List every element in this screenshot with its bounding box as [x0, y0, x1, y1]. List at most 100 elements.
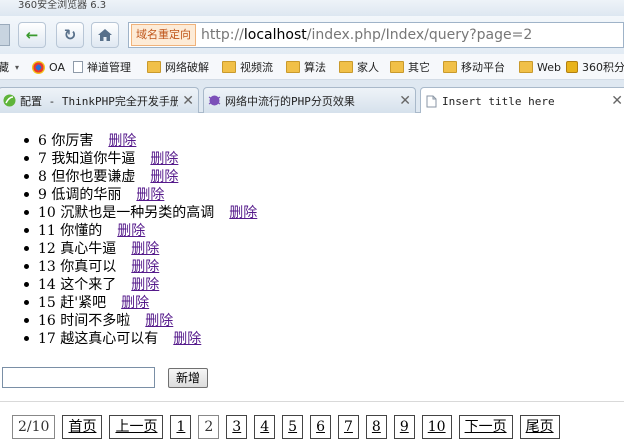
delete-link[interactable]: 删除 [108, 133, 136, 149]
navigation-toolbar: ← ↻ 域名重定向 http://localhost/index.php/Ind… [0, 16, 624, 54]
tab-thinkphp-manual[interactable]: 配置 - ThinkPHP完全开发手册 ✕ [0, 87, 199, 113]
folder-icon [519, 61, 533, 73]
list-item: 17 越这真心可以有 删除 [24, 330, 257, 348]
page-content: 6 你厉害 删除 7 我知道你牛逼 删除 8 但你也要谦虚 删除 9 低调的华丽 删除 … [0, 113, 624, 445]
item-id: 6 [38, 133, 47, 149]
folder-icon [390, 61, 404, 73]
next-page-link[interactable]: 下一页 [458, 415, 513, 439]
redirect-badge[interactable]: 域名重定向 [131, 24, 196, 46]
bullet-icon [24, 155, 29, 161]
new-item-input[interactable] [2, 367, 155, 388]
bullet-icon [24, 227, 29, 233]
close-icon[interactable]: ✕ [399, 93, 411, 109]
bookmark-item[interactable]: 算法 [286, 59, 326, 75]
page-link-10[interactable]: 10 [421, 415, 452, 439]
pagination: 2/10 首页 上一页 1 2 3 4 5 6 7 8 9 10 下一页 尾页 [12, 415, 560, 439]
bookmark-label: OA [49, 60, 65, 74]
url-text[interactable]: http://localhost/index.php/Index/query?p… [201, 27, 532, 43]
bookmark-label: 算法 [304, 61, 326, 74]
page-link-1[interactable]: 1 [170, 415, 192, 439]
item-id: 8 [38, 169, 47, 185]
address-bar[interactable]: 域名重定向 http://localhost/index.php/Index/q… [128, 22, 624, 48]
close-icon[interactable]: ✕ [182, 93, 194, 109]
bookmark-label: 网络破解 [165, 61, 209, 74]
item-text: 这个来了 [60, 277, 117, 293]
bookmark-item[interactable]: 其它 [390, 59, 430, 75]
item-text: 你厉害 [51, 133, 94, 149]
list-item: 8 但你也要谦虚 删除 [24, 168, 257, 186]
item-text: 沉默也是一种另类的高调 [60, 205, 215, 221]
delete-link[interactable]: 删除 [117, 223, 145, 239]
bookmark-item[interactable]: Web [519, 59, 561, 75]
bullet-icon [24, 209, 29, 215]
delete-link[interactable]: 删除 [150, 169, 178, 185]
delete-link[interactable]: 删除 [131, 277, 159, 293]
tab-strip: 配置 - ThinkPHP完全开发手册 ✕ 网络中流行的PHP分页效果 ✕ In… [0, 80, 624, 114]
item-text: 但你也要谦虚 [51, 169, 136, 185]
home-button[interactable] [91, 22, 119, 48]
bullet-icon [24, 263, 29, 269]
back-button[interactable]: ← [18, 22, 46, 48]
bookmark-label: 禅道管理 [87, 61, 131, 74]
bullet-icon [24, 299, 29, 305]
folder-icon [339, 61, 353, 73]
delete-link[interactable]: 删除 [150, 151, 178, 167]
delete-link[interactable]: 删除 [229, 205, 257, 221]
bookmark-item[interactable]: 视频流 [222, 59, 273, 75]
tab-insert-title[interactable]: Insert title here ✕ [420, 87, 624, 114]
list-item: 10 沉默也是一种另类的高调 删除 [24, 204, 257, 222]
bullet-icon [24, 137, 29, 143]
list-item: 7 我知道你牛逼 删除 [24, 150, 257, 168]
page-link-5[interactable]: 5 [282, 415, 304, 439]
back-arrow-icon: ← [25, 26, 39, 44]
delete-link[interactable]: 删除 [121, 295, 149, 311]
bookmark-item[interactable]: 禅道管理 [73, 59, 131, 75]
tab-label: Insert title here [442, 94, 555, 108]
bullet-icon [24, 191, 29, 197]
add-button[interactable]: 新增 [168, 368, 208, 388]
bookmark-label: 其它 [408, 61, 430, 74]
delete-link[interactable]: 删除 [136, 187, 164, 203]
bookmark-item[interactable]: 360积分 [566, 59, 624, 75]
page-link-9[interactable]: 9 [393, 415, 415, 439]
bookmark-item[interactable]: 家人 [339, 59, 379, 75]
list-item: 9 低调的华丽 删除 [24, 186, 257, 204]
first-page-link[interactable]: 首页 [62, 415, 103, 439]
refresh-button[interactable]: ↻ [56, 22, 84, 48]
divider [0, 401, 624, 402]
delete-link[interactable]: 删除 [131, 241, 159, 257]
list-item: 6 你厉害 删除 [24, 132, 257, 150]
list-item: 13 你真可以 删除 [24, 258, 257, 276]
sidebar-toggle[interactable] [0, 24, 10, 46]
item-id: 10 [38, 205, 56, 221]
delete-link[interactable]: 删除 [145, 313, 173, 329]
page-link-7[interactable]: 7 [337, 415, 359, 439]
bookmark-item[interactable]: OA [32, 59, 65, 75]
bookmark-label: 家人 [357, 61, 379, 74]
last-page-link[interactable]: 尾页 [519, 415, 560, 439]
bookmark-item[interactable]: 移动平台 [443, 59, 505, 75]
item-id: 11 [38, 223, 56, 239]
list-item: 11 你懂的 删除 [24, 222, 257, 240]
close-icon[interactable]: ✕ [611, 93, 623, 109]
delete-link[interactable]: 删除 [131, 259, 159, 275]
url-path: /index.php/Index/query?page=2 [306, 27, 533, 43]
bookmark-label: 移动平台 [461, 61, 505, 74]
list-item: 12 真心牛逼 删除 [24, 240, 257, 258]
delete-link[interactable]: 删除 [173, 331, 201, 347]
url-scheme: http:// [201, 27, 244, 43]
item-text: 越这真心可以有 [60, 331, 159, 347]
bookmark-label: 360积分 [582, 61, 624, 74]
chrome-icon [32, 60, 45, 74]
prev-page-link[interactable]: 上一页 [109, 415, 164, 439]
page-link-3[interactable]: 3 [226, 415, 248, 439]
bookmark-item[interactable]: 网络破解 [147, 59, 209, 75]
bookmark-item[interactable]: 藏 ▾ [0, 59, 19, 75]
tab-php-pagination[interactable]: 网络中流行的PHP分页效果 ✕ [203, 87, 416, 113]
page-link-8[interactable]: 8 [365, 415, 387, 439]
page-link-6[interactable]: 6 [310, 415, 331, 439]
folder-icon [286, 61, 300, 73]
item-id: 17 [38, 331, 56, 347]
page-link-2-current: 2 [198, 415, 220, 439]
page-link-4[interactable]: 4 [254, 415, 276, 439]
